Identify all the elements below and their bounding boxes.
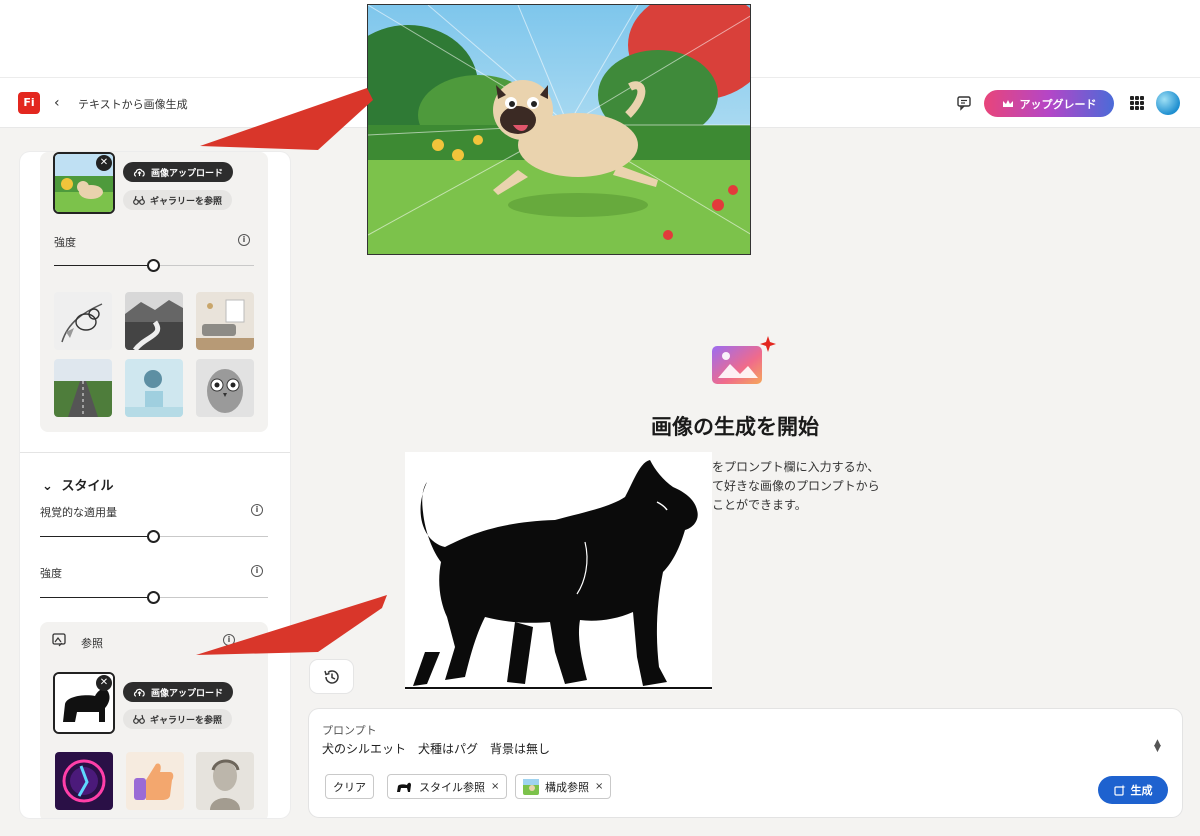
style-reference-label: スタイル参照 bbox=[419, 780, 485, 794]
generate-icon bbox=[1113, 784, 1125, 796]
back-button[interactable]: ‹ bbox=[54, 92, 68, 114]
prompt-input[interactable]: 犬のシルエット 犬種はパグ 背景は無し bbox=[322, 740, 550, 757]
remove-style-reference-button[interactable]: × bbox=[491, 781, 499, 792]
panel-divider bbox=[20, 452, 290, 453]
upgrade-button[interactable]: アップグレード bbox=[984, 90, 1114, 117]
style-section-title: スタイル bbox=[61, 479, 114, 494]
composition-thumbnail[interactable]: ✕ bbox=[53, 152, 115, 214]
composition-reference-label: 構成参照 bbox=[545, 780, 589, 794]
clear-label: クリア bbox=[333, 780, 366, 794]
style-upload-button[interactable]: 画像アップロード bbox=[123, 682, 234, 702]
visual-amount-slider[interactable] bbox=[147, 530, 160, 543]
preset-river-landscape[interactable] bbox=[125, 292, 183, 350]
settings-panel: ✕ 画像アップロード ギャラリーを参照 強度 i ⌄ スタイル 視覚的な適用量 … bbox=[20, 152, 290, 818]
apps-grid-icon[interactable] bbox=[1130, 96, 1144, 110]
preset-neon-dancer[interactable] bbox=[55, 752, 113, 810]
cloud-upload-icon bbox=[133, 168, 145, 177]
composition-gallery-button[interactable]: ギャラリーを参照 bbox=[123, 190, 233, 210]
prompt-label: プロンプト bbox=[322, 724, 377, 737]
upload-label: 画像アップロード bbox=[151, 168, 224, 179]
history-icon bbox=[323, 669, 339, 684]
crown-icon bbox=[1002, 99, 1013, 107]
style-strength-slider[interactable] bbox=[147, 591, 160, 604]
binoculars-icon bbox=[133, 195, 145, 205]
preset-owl-sketch[interactable] bbox=[196, 359, 254, 417]
composition-upload-button[interactable]: 画像アップロード bbox=[123, 162, 234, 182]
style-section-header[interactable]: ⌄ スタイル bbox=[42, 475, 113, 494]
composition-reference-thumbnail bbox=[523, 778, 539, 795]
prompt-resize-stepper[interactable]: ▲ ▼ bbox=[1154, 739, 1161, 754]
composition-reference-chip[interactable]: 構成参照 × bbox=[515, 774, 612, 799]
preset-bird-sketch[interactable] bbox=[54, 292, 112, 350]
generate-button[interactable]: 生成 bbox=[1098, 776, 1168, 804]
pug-running-illustration bbox=[367, 4, 751, 255]
feedback-icon[interactable] bbox=[955, 94, 973, 112]
visual-amount-label: 視覚的な適用量 bbox=[40, 506, 117, 519]
history-button[interactable] bbox=[310, 660, 353, 693]
composition-strength-label: 強度 bbox=[54, 236, 76, 249]
preset-sphere-pedestal[interactable] bbox=[125, 359, 183, 417]
dog-silhouette-image bbox=[405, 452, 712, 690]
preset-classical-bust[interactable] bbox=[196, 752, 254, 810]
clear-button[interactable]: クリア bbox=[325, 774, 374, 799]
empty-state-description: をプロンプト欄に入力するか、 て好きな画像のプロンプトから ことができます。 bbox=[712, 460, 880, 512]
prompt-panel: プロンプト 犬のシルエット 犬種はパグ 背景は無し ▲ ▼ クリア スタイル参照 … bbox=[309, 709, 1182, 817]
style-strength-label: 強度 bbox=[40, 567, 62, 580]
empty-state-title: 画像の生成を開始 bbox=[651, 415, 819, 439]
style-gallery-button[interactable]: ギャラリーを参照 bbox=[123, 709, 233, 729]
gallery-label: ギャラリーを参照 bbox=[150, 196, 223, 207]
style-thumbnail[interactable]: ✕ bbox=[53, 672, 115, 734]
composition-strength-track bbox=[54, 265, 148, 266]
reference-image-icon bbox=[52, 633, 66, 647]
info-icon[interactable]: i bbox=[251, 504, 263, 516]
info-icon[interactable]: i bbox=[223, 634, 235, 646]
style-strength-rest bbox=[160, 597, 268, 598]
gallery-label: ギャラリーを参照 bbox=[150, 715, 223, 726]
visual-amount-rest bbox=[160, 536, 268, 537]
composition-strength-rest bbox=[160, 265, 254, 266]
info-icon[interactable]: i bbox=[238, 234, 250, 246]
remove-composition-image-button[interactable]: ✕ bbox=[96, 155, 112, 171]
upload-label: 画像アップロード bbox=[151, 688, 224, 699]
visual-amount-track bbox=[40, 536, 148, 537]
reference-label: 参照 bbox=[81, 637, 103, 650]
style-reference-thumbnail bbox=[397, 782, 411, 792]
preset-living-room[interactable] bbox=[196, 292, 254, 350]
style-reference-chip[interactable]: スタイル参照 × bbox=[387, 774, 508, 799]
cloud-upload-icon bbox=[133, 688, 145, 697]
generate-label: 生成 bbox=[1130, 784, 1153, 797]
binoculars-icon bbox=[133, 714, 145, 724]
upgrade-label: アップグレード bbox=[1019, 97, 1097, 111]
firefly-logo[interactable]: Fi bbox=[18, 92, 40, 114]
style-strength-track bbox=[40, 597, 148, 598]
remove-composition-reference-button[interactable]: × bbox=[595, 781, 603, 792]
preset-road-field[interactable] bbox=[54, 359, 112, 417]
preset-thumbs-up-3d[interactable] bbox=[126, 752, 184, 810]
info-icon[interactable]: i bbox=[251, 565, 263, 577]
avatar[interactable] bbox=[1156, 91, 1180, 115]
image-generate-icon bbox=[712, 336, 776, 384]
page-title: テキストから画像生成 bbox=[78, 98, 188, 111]
remove-style-image-button[interactable]: ✕ bbox=[96, 675, 112, 691]
composition-strength-slider[interactable] bbox=[147, 259, 160, 272]
chevron-down-icon: ⌄ bbox=[42, 479, 53, 494]
